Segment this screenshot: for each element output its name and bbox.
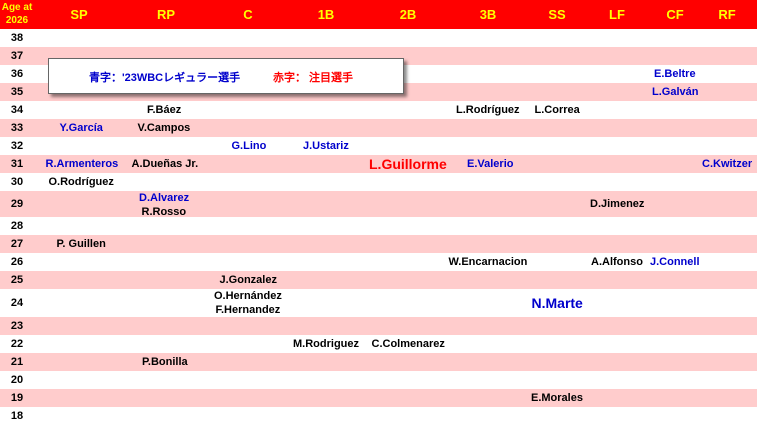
legend-red-label: 赤字： 注目選手 <box>273 72 354 84</box>
age-row-25: 25 J.Gonzalez <box>0 271 757 289</box>
age-row-34: 34 F.Báez L.Rodríguez L.Correa <box>0 101 757 119</box>
player-name: C.Colmenarez <box>371 338 445 350</box>
age-row-30: 30 O.Rodríguez <box>0 173 757 191</box>
player-name: E.Morales <box>531 392 583 404</box>
age-row-28: 28 <box>0 217 757 235</box>
age-label: 21 <box>10 356 24 368</box>
player-name: M.Rodriguez <box>293 338 359 350</box>
age-row-18: 18 <box>0 407 757 425</box>
age-header-top: Age at <box>1 2 33 13</box>
age-label: 27 <box>10 238 24 250</box>
age-label: 28 <box>10 220 24 232</box>
header-rp: RP <box>156 7 176 22</box>
player-name: A.Dueñas Jr. <box>131 158 199 170</box>
header-1b: 1B <box>317 7 335 22</box>
player-name: L.Guillorme <box>369 156 447 172</box>
age-label: 31 <box>10 158 24 170</box>
age-row-26: 26 W.Encarnacion A.Alfonso J.Connell <box>0 253 757 271</box>
header-ss: SS <box>548 7 566 22</box>
player-name: J.Ustariz <box>303 140 349 152</box>
age-label: 25 <box>10 274 24 286</box>
player-name: E.Beltre <box>654 68 696 80</box>
player-name: C.Kwitzer <box>702 158 753 170</box>
age-row-20: 20 <box>0 371 757 389</box>
age-label: 20 <box>10 374 24 386</box>
age-header: Age at 2026 <box>0 0 34 30</box>
player-name: P.Bonilla <box>142 356 188 368</box>
age-row-23: 23 <box>0 317 757 335</box>
age-label: 37 <box>10 50 24 62</box>
age-row-27: 27 P. Guillen <box>0 235 757 253</box>
header-2b: 2B <box>399 7 417 22</box>
age-label: 26 <box>10 256 24 268</box>
header-lf: LF <box>609 7 625 22</box>
player-name: P. Guillen <box>56 238 106 250</box>
age-row-22: 22 M.Rodriguez C.Colmenarez <box>0 335 757 353</box>
header-3b: 3B <box>479 7 497 22</box>
legend-box: 青字：'23WBCレギュラー選手 赤字： 注目選手 <box>48 58 404 94</box>
age-label: 32 <box>10 140 24 152</box>
age-row-31: 31 R.Armenteros A.Dueñas Jr. L.Guillorme E.V… <box>0 155 757 173</box>
player-name: V.Campos <box>137 122 191 134</box>
age-row-21: 21 P.Bonilla <box>0 353 757 371</box>
header-sp: SP <box>70 7 88 22</box>
age-label: 30 <box>10 176 24 188</box>
player-name: G.Lino <box>231 140 267 152</box>
player-name: L.Rodríguez <box>456 104 520 116</box>
player-name: A.Alfonso <box>591 256 643 268</box>
player-name: F.Báez <box>147 104 182 116</box>
player-name: F.Hernandez <box>215 304 281 316</box>
age-label: 24 <box>10 297 24 309</box>
age-label: 35 <box>10 86 24 98</box>
player-name: O.Hernández <box>214 290 282 302</box>
age-label: 33 <box>10 122 24 134</box>
player-name: Y.García <box>59 122 103 134</box>
age-row-32: 32 G.Lino J.Ustariz <box>0 137 757 155</box>
player-name: J.Gonzalez <box>219 274 277 286</box>
player-name: L.Galván <box>652 86 699 98</box>
age-row-24: 24 O.Hernández F.Hernandez N.Marte <box>0 289 757 317</box>
age-label: 38 <box>10 32 24 44</box>
age-row-29: 29 D.Alvarez R.Rosso D.Jimenez <box>0 191 757 218</box>
age-label: 19 <box>10 392 24 404</box>
age-label: 23 <box>10 320 24 332</box>
player-name: N.Marte <box>531 295 583 311</box>
player-name: E.Valerio <box>467 158 514 170</box>
age-row-19: 19 E.Morales <box>0 389 757 407</box>
age-label: 36 <box>10 68 24 80</box>
player-name: R.Armenteros <box>45 158 119 170</box>
player-name: D.Alvarez <box>139 192 190 204</box>
player-name: J.Connell <box>650 256 700 268</box>
player-name: O.Rodríguez <box>48 176 114 188</box>
header-row: Age at 2026 SP RP C 1B 2B 3B SS LF CF RF <box>0 0 757 29</box>
player-name: D.Jimenez <box>590 198 645 210</box>
age-label: 22 <box>10 338 24 350</box>
age-label: 34 <box>10 104 24 116</box>
legend-blue-label: 青字：'23WBCレギュラー選手 <box>89 72 241 84</box>
age-header-bottom: 2026 <box>5 15 29 26</box>
age-row-33: 33 Y.García V.Campos <box>0 119 757 137</box>
header-c: C <box>243 7 253 22</box>
age-label: 18 <box>10 410 24 422</box>
header-cf: CF <box>666 7 684 22</box>
player-name: L.Correa <box>534 104 580 116</box>
player-name: W.Encarnacion <box>448 256 528 268</box>
age-label: 29 <box>10 198 24 210</box>
header-rf: RF <box>718 7 736 22</box>
age-row-38: 38 <box>0 29 757 47</box>
